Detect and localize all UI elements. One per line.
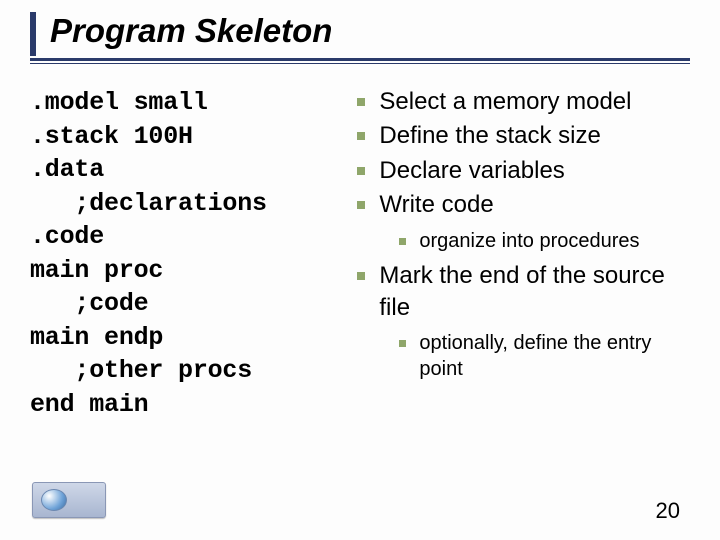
slide: Program Skeleton .model small .stack 100…	[0, 0, 720, 540]
bullets-column: Select a memory model Define the stack si…	[353, 86, 690, 421]
sub-bullet-item: optionally, define the entry point	[397, 330, 690, 382]
body-columns: .model small .stack 100H .data ;declarat…	[30, 86, 690, 421]
bullet-text: Write code	[379, 191, 493, 218]
bullet-text: Mark the end of the source file	[379, 262, 665, 321]
bullet-item: Declare variables	[353, 155, 690, 187]
slide-title: Program Skeleton	[50, 12, 690, 56]
bullet-item: Define the stack size	[353, 120, 690, 152]
sub-bullet-item: organize into procedures	[397, 228, 690, 254]
sub-bullet-text: organize into procedures	[419, 230, 639, 252]
title-block: Program Skeleton	[30, 12, 690, 56]
bullet-item: Select a memory model	[353, 86, 690, 118]
bullet-list: Select a memory model Define the stack si…	[353, 86, 690, 382]
bullet-text: Declare variables	[379, 157, 564, 184]
title-underline	[30, 58, 690, 64]
bullet-text: Define the stack size	[379, 122, 600, 149]
sub-bullet-text: optionally, define the entry point	[419, 332, 651, 380]
code-column: .model small .stack 100H .data ;declarat…	[30, 86, 353, 421]
bullet-item: Mark the end of the source file optionall…	[353, 260, 690, 383]
sub-bullet-list: optionally, define the entry point	[397, 330, 690, 382]
sub-bullet-list: organize into procedures	[397, 228, 690, 254]
page-number: 20	[656, 498, 680, 524]
bullet-text: Select a memory model	[379, 88, 631, 115]
footer-logo	[32, 482, 106, 518]
bullet-item: Write code organize into procedures	[353, 189, 690, 253]
